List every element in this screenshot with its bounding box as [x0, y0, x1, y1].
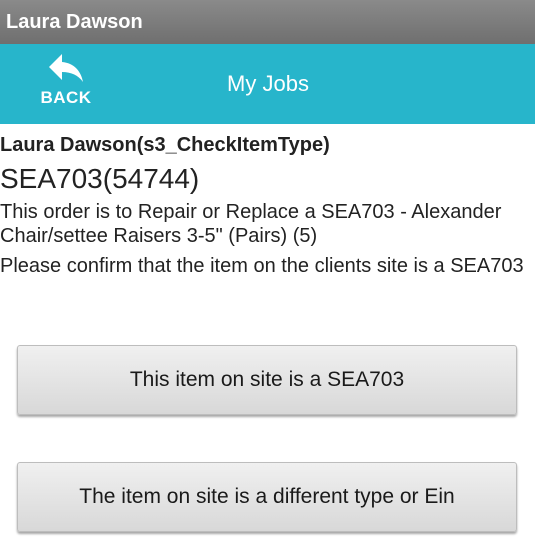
window-title: Laura Dawson — [6, 10, 143, 33]
confirm-prompt: Please confirm that the item on the clie… — [0, 255, 524, 277]
confirm-item-button[interactable]: This item on site is a SEA703 — [17, 345, 517, 415]
customer-heading: Laura Dawson(s3_CheckItemType) — [0, 134, 330, 156]
title-bar: Laura Dawson — [0, 0, 535, 44]
reply-arrow-icon — [47, 52, 85, 84]
different-item-button[interactable]: The item on site is a different type or … — [17, 462, 517, 532]
job-description: This order is to Repair or Replace a SEA… — [0, 201, 502, 247]
back-button[interactable]: BACK — [28, 52, 104, 116]
job-code: SEA703(54744) — [0, 163, 200, 194]
job-details: Laura Dawson(s3_CheckItemType) SEA703(54… — [0, 124, 535, 278]
nav-bar: BACK My Jobs — [0, 44, 535, 124]
back-label: BACK — [40, 88, 92, 107]
page-title: My Jobs — [227, 71, 309, 96]
